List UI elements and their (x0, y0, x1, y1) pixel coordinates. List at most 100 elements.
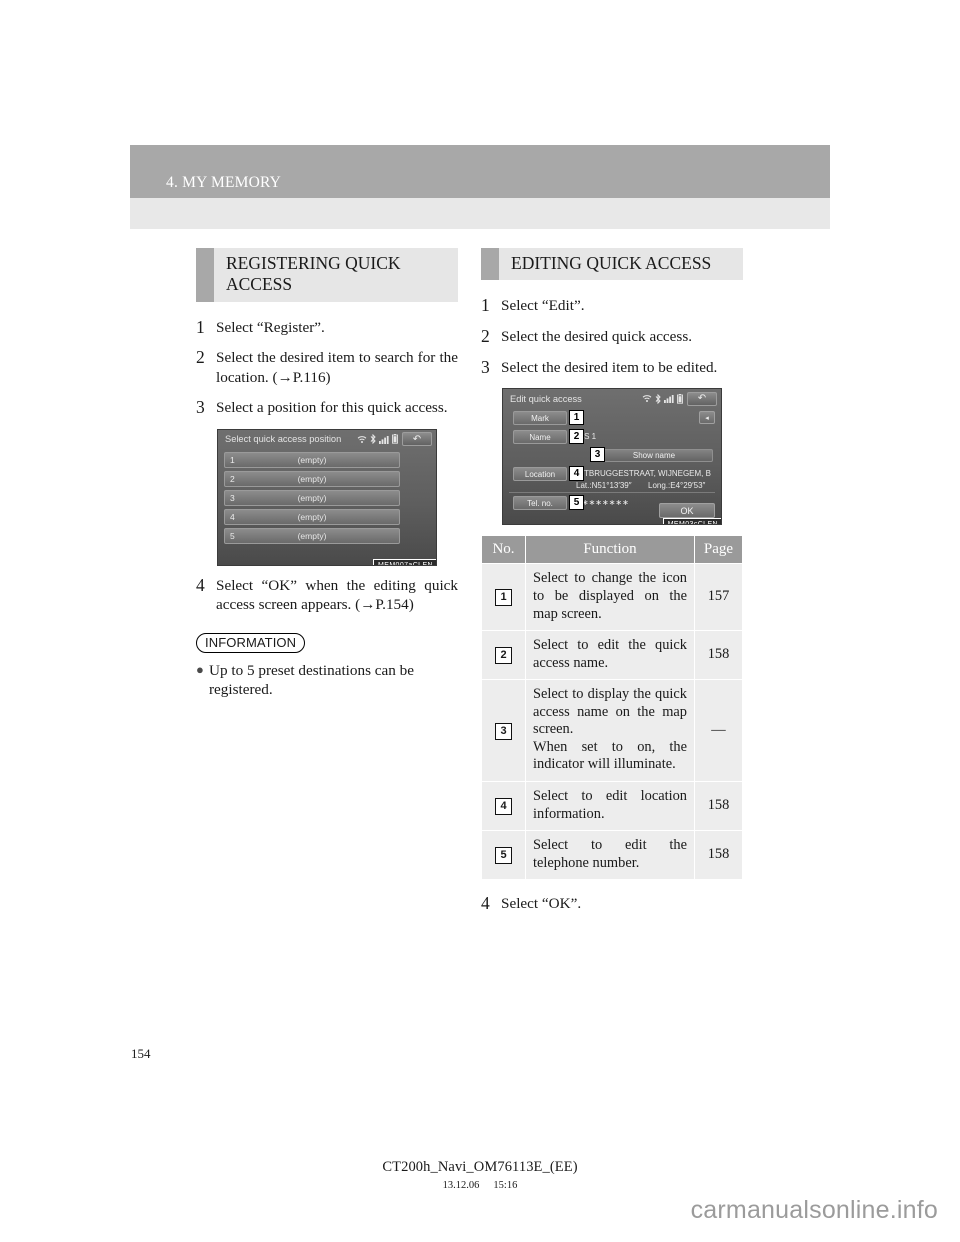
telephone-button[interactable]: Tel. no. (513, 496, 567, 511)
figure-select-quick-access-position: Select quick access position ↶ 1 (empty)… (217, 428, 437, 566)
step-item: 3 Select a position for this quick acces… (196, 398, 458, 418)
table-cell-page: — (694, 679, 743, 783)
list-item[interactable]: 4 (empty) (224, 508, 400, 525)
information-bullet: ● Up to 5 preset destinations can be reg… (196, 661, 458, 699)
section-header-registering-quick-access: REGISTERING QUICK ACCESS (196, 248, 458, 302)
nav-screen-titlebar: Select quick access position ↶ (218, 430, 436, 449)
list-item-value: (empty) (297, 511, 327, 522)
latitude-value: Lat.:N51°13′39″ (576, 481, 632, 491)
show-name-toggle[interactable]: Show name (595, 449, 713, 463)
list-item[interactable]: 1 (empty) (224, 451, 400, 468)
section-marker (196, 248, 214, 302)
table-header-function: Function (525, 535, 695, 565)
header-subband (130, 198, 830, 229)
step-item: 2 Select the desired item to search for … (196, 348, 458, 387)
list-item[interactable]: 3 (empty) (224, 489, 400, 506)
table-header-row: No. Function Page (481, 535, 743, 565)
number-badge: 2 (495, 647, 512, 665)
bluetooth-icon (655, 393, 661, 404)
step-item: 1 Select “Register”. (196, 316, 458, 338)
callout-1: 1 (569, 410, 584, 426)
table-cell-function: Select to edit the telephone number. (525, 830, 695, 881)
section-title: REGISTERING QUICK ACCESS (226, 253, 401, 295)
step-number: 1 (481, 295, 490, 316)
list-item-value: (empty) (297, 492, 327, 503)
wifi-icon (357, 436, 367, 443)
list-item[interactable]: 5 (empty) (224, 527, 400, 544)
step-text: Select “OK” when the editing quick acces… (216, 576, 458, 614)
list-item-index: 3 (230, 492, 235, 503)
step-item: 4 Select “OK” when the editing quick acc… (196, 575, 458, 615)
step-text: Select “OK”. (501, 895, 582, 913)
name-button[interactable]: Name (513, 430, 567, 445)
bullet-dot-icon: ● (196, 661, 204, 677)
ok-button[interactable]: OK (659, 503, 715, 519)
table-cell-function: Select to edit the quick access name. (525, 630, 695, 681)
step-item: 4 Select “OK”. (481, 894, 743, 914)
list-item-index: 4 (230, 511, 235, 522)
table-cell-no: 5 (481, 830, 526, 881)
step-item: 3 Select the desired item to be edited. (481, 356, 743, 378)
callout-4: 4 (569, 466, 584, 482)
information-bullet-text: Up to 5 preset destinations can be regis… (209, 661, 414, 698)
location-value: ERTBRUGGESTRAAT, WIJNEGEM, B (573, 469, 711, 479)
battery-icon (392, 434, 398, 444)
section-header-editing-quick-access: EDITING QUICK ACCESS (481, 248, 743, 281)
signal-bars-icon (664, 395, 674, 404)
table-row: 1 Select to change the icon to be displa… (481, 563, 743, 632)
back-arrow-icon[interactable]: ↶ (402, 432, 432, 447)
location-button[interactable]: Location (513, 467, 567, 482)
battery-icon (677, 393, 683, 404)
figure-edit-quick-access: Edit quick access ↶ ◂ Mark Name KUS 1 Sh… (502, 388, 722, 526)
step-text: Select the desired quick access. (501, 327, 693, 345)
mark-button[interactable]: Mark (513, 411, 567, 426)
table-header-no: No. (481, 535, 526, 565)
number-badge: 3 (495, 722, 512, 740)
section-marker (481, 248, 499, 281)
table-cell-no: 3 (481, 679, 526, 783)
figure-edit-quick-access-wrap: Edit quick access ↶ ◂ Mark Name KUS 1 Sh… (481, 388, 743, 526)
step-text: Select a position for this quick access. (216, 399, 448, 417)
nav-screen-titlebar: Edit quick access ↶ (503, 389, 721, 408)
bluetooth-icon (370, 434, 376, 445)
table-header-page: Page (694, 535, 743, 565)
callout-3: 3 (590, 447, 605, 463)
footer-timestamp: 13.12.06 15:16 (0, 1180, 960, 1191)
edit-quick-access-body: ◂ Mark Name KUS 1 Show name Location ERT… (503, 408, 721, 524)
step-number: 1 (196, 316, 205, 337)
number-badge: 5 (495, 847, 512, 865)
table-row: 3 Select to display the quick access nam… (481, 679, 743, 783)
watermark: carmanualsonline.info (690, 1196, 938, 1224)
list-item-value: (empty) (297, 454, 327, 465)
step-number: 3 (481, 356, 490, 377)
footer-document-code: CT200h_Navi_OM76113E_(EE) (382, 1159, 578, 1175)
list-item-index: 2 (230, 473, 235, 484)
table-cell-page: 158 (694, 830, 743, 881)
section-title: EDITING QUICK ACCESS (511, 253, 712, 273)
list-item-index: 1 (230, 454, 235, 465)
step-number: 3 (196, 397, 205, 418)
list-item-value: (empty) (297, 530, 327, 541)
right-column: EDITING QUICK ACCESS 1 Select “Edit”. 2 … (481, 248, 743, 925)
figure-select-quick-access-position-wrap: Select quick access position ↶ 1 (empty)… (196, 428, 458, 566)
table-cell-no: 4 (481, 781, 526, 832)
step-text: Select “Register”. (216, 318, 325, 336)
page-number: 154 (131, 1046, 151, 1061)
back-arrow-icon[interactable]: ↶ (687, 391, 717, 406)
table-cell-no: 2 (481, 630, 526, 681)
step-item: 2 Select the desired quick access. (481, 326, 743, 347)
left-arrow-icon[interactable]: ◂ (699, 411, 715, 425)
function-table: No. Function Page 1 Select to change the… (481, 535, 743, 881)
divider (509, 492, 715, 494)
table-row: 4 Select to edit location information. 1… (481, 781, 743, 832)
nav-status-icons (357, 434, 402, 445)
wifi-icon (642, 395, 652, 403)
list-item[interactable]: 2 (empty) (224, 470, 400, 487)
signal-bars-icon (379, 435, 389, 444)
information-label: INFORMATION (196, 632, 306, 653)
nav-screen-title: Edit quick access (510, 393, 582, 404)
quick-access-position-list: 1 (empty) 2 (empty) 3 (empty) 4 (empty) … (224, 451, 400, 547)
table-cell-function: Select to display the quick access name … (525, 679, 695, 783)
nav-screen-title: Select quick access position (225, 434, 342, 445)
table-row: 2 Select to edit the quick access name. … (481, 630, 743, 681)
